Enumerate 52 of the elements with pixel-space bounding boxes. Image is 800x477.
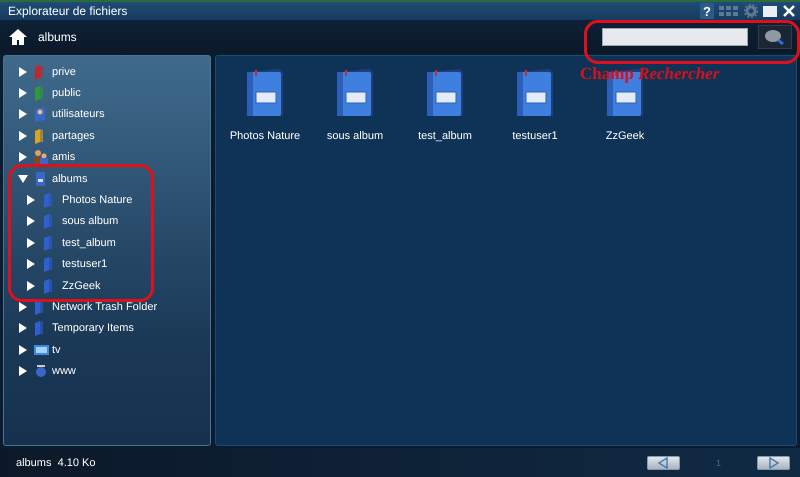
expand-arrow-icon[interactable] [18,344,28,355]
help-button[interactable]: ? [700,3,714,19]
home-icon[interactable] [8,28,28,46]
path-label: albums [38,30,77,44]
expand-arrow-icon[interactable] [18,366,28,376]
tree-item[interactable]: test_album [62,236,116,249]
tree-item[interactable]: sous album [62,215,118,228]
tree-item[interactable]: partages [52,130,95,142]
page-number: 1 [716,458,721,468]
tree-item[interactable]: public [52,87,81,100]
tree-item[interactable]: amis [52,151,76,164]
expand-arrow-icon[interactable] [26,238,36,248]
file-name[interactable]: test_album [418,130,472,142]
expand-arrow-icon[interactable] [26,280,36,291]
tree-item[interactable]: Photos Nature [62,194,132,206]
tree-item[interactable]: ZzGeek [62,280,101,292]
tree-item[interactable]: tv [52,344,61,356]
expand-arrow-icon[interactable] [26,195,36,206]
expand-arrow-icon[interactable] [18,66,28,77]
expand-arrow-icon[interactable] [18,109,28,120]
left-arrow-icon [657,456,670,468]
expand-arrow-icon[interactable] [26,216,36,226]
search-icon [764,28,786,46]
tree-item[interactable]: Network Trash Folder [52,300,158,313]
file-name[interactable]: ZzGeek [606,130,644,142]
expand-arrow-icon[interactable] [18,323,28,334]
file-name[interactable]: Photos Nature [230,130,300,142]
file-name[interactable]: sous album [326,130,384,142]
file-name[interactable]: testuser1 [512,130,558,142]
tree-item[interactable]: utilisateurs [52,108,105,120]
expand-arrow-icon[interactable] [18,130,28,141]
collapse-arrow-icon[interactable] [18,174,28,184]
next-page-button[interactable] [757,456,790,470]
search-button[interactable] [758,24,792,48]
close-icon[interactable] [782,4,796,18]
status-text: albums 4.10 Ko [16,456,96,468]
previous-page-button[interactable] [646,456,680,470]
expand-arrow-icon[interactable] [18,302,28,312]
expand-arrow-icon[interactable] [18,88,28,98]
grid-icon[interactable] [718,4,740,18]
search-field[interactable] [602,28,748,46]
tree-item[interactable]: www [52,365,76,378]
tree-item[interactable]: albums [52,172,88,185]
gear-icon[interactable] [744,4,758,18]
tree-item[interactable]: testuser1 [62,258,108,270]
window-title: Explorateur de fichiers [8,4,128,18]
expand-arrow-icon[interactable] [18,152,28,162]
tree-item[interactable]: prive [52,66,76,78]
maximize-icon[interactable] [762,4,778,18]
expand-arrow-icon[interactable] [26,259,36,270]
tree-item[interactable]: Temporary Items [52,322,134,334]
right-arrow-icon [768,456,780,468]
